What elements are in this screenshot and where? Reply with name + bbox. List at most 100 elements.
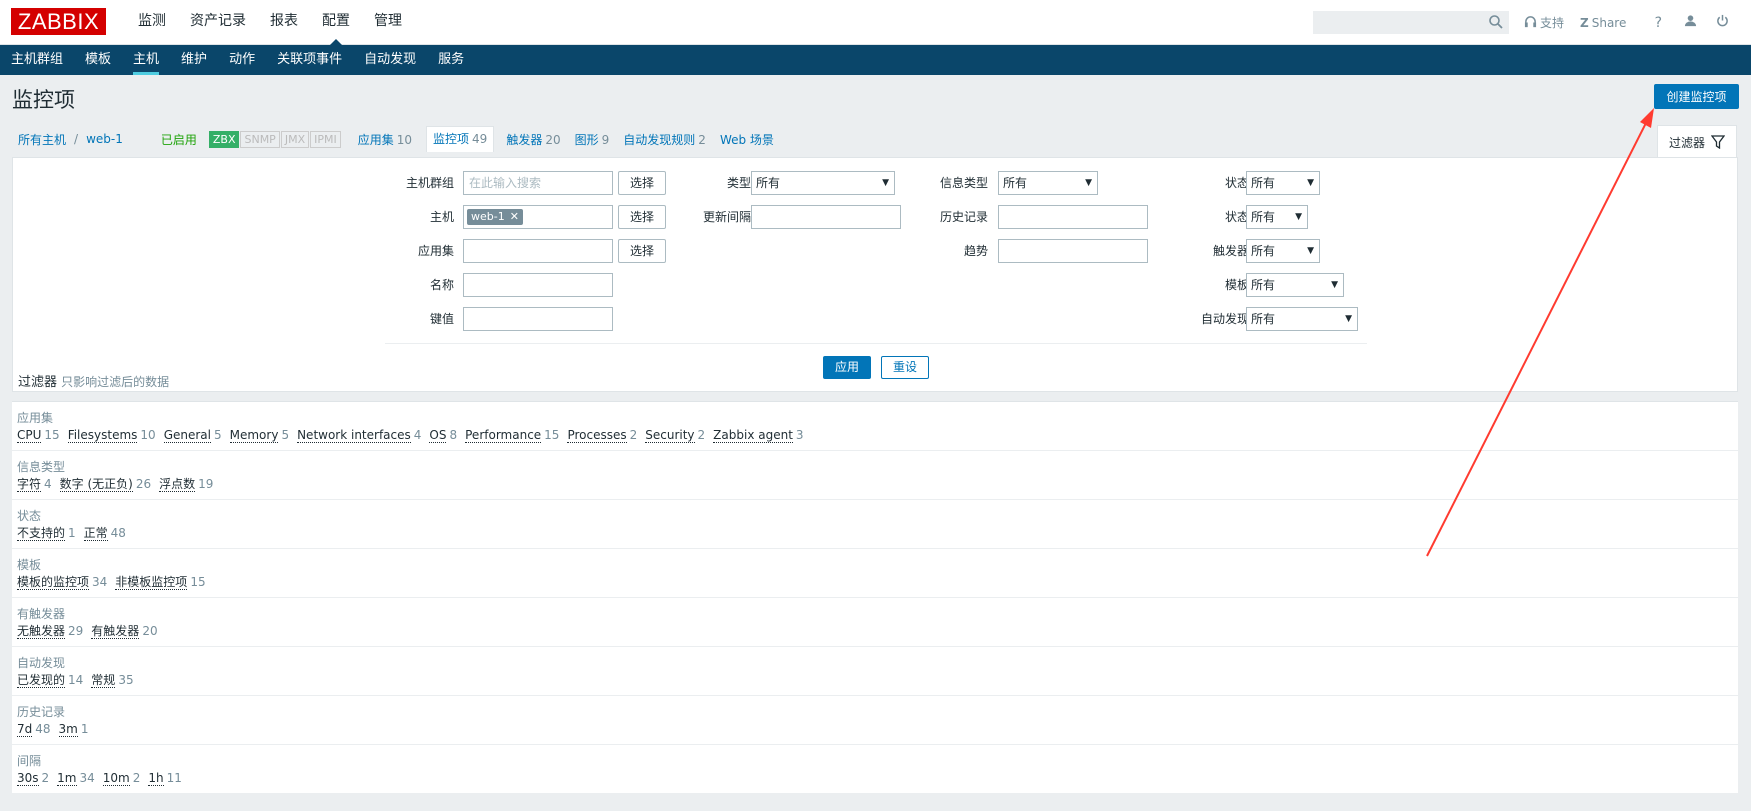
main-menu-inventory[interactable]: 资产记录 [178, 0, 258, 45]
host-select-button[interactable]: 选择 [618, 205, 666, 229]
host-status-enabled[interactable]: 已启用 [161, 131, 197, 148]
status-select[interactable]: 所有 ▼ [1246, 205, 1308, 229]
subfilter-item-name[interactable]: Filesystems [67, 428, 138, 443]
subfilter-item[interactable]: Zabbix agent 3 [713, 426, 804, 444]
subfilter-item[interactable]: 30s 2 [17, 769, 49, 787]
subfilter-item-name[interactable]: General [163, 428, 211, 443]
main-menu-reports[interactable]: 报表 [258, 0, 310, 45]
subfilter-item-name[interactable]: Zabbix agent [713, 428, 793, 443]
subfilter-item[interactable]: Memory 5 [229, 426, 289, 444]
subfilter-item-name[interactable]: 正常 [83, 526, 108, 541]
subfilter-item-name[interactable]: CPU [17, 428, 42, 443]
subfilter-item-name[interactable]: 30s [17, 771, 39, 786]
triggers-select[interactable]: 所有 ▼ [1246, 239, 1320, 263]
host-tag[interactable]: web-1 ✕ [467, 209, 523, 225]
host-groups-input[interactable]: 在此输入搜索 [463, 171, 613, 195]
type-select[interactable]: 所有 ▼ [751, 171, 895, 195]
sub-menu-host-groups[interactable]: 主机群组 [0, 45, 74, 75]
host-input[interactable]: web-1 ✕ [463, 205, 613, 229]
template-select[interactable]: 所有 ▼ [1246, 273, 1344, 297]
sub-menu-discovery[interactable]: 自动发现 [353, 45, 427, 75]
global-search-input[interactable] [1313, 11, 1509, 34]
reset-button[interactable]: 重设 [881, 356, 929, 379]
subfilter-item[interactable]: 浮点数 19 [159, 475, 213, 493]
subfilter-item[interactable]: 3m 1 [58, 720, 89, 738]
tab-triggers[interactable]: 触发器 20 [506, 131, 560, 148]
subfilter-item[interactable]: 已发现的 14 [17, 671, 83, 689]
subfilter-item-name[interactable]: 3m [58, 722, 78, 737]
subfilter-item[interactable]: Processes 2 [567, 426, 637, 444]
subfilter-item-name[interactable]: 1m [57, 771, 77, 786]
key-input[interactable] [463, 307, 613, 331]
support-link[interactable]: 支持 [1524, 14, 1564, 31]
subfilter-item[interactable]: Security 2 [645, 426, 705, 444]
sub-menu-correlation[interactable]: 关联项事件 [266, 45, 353, 75]
filter-toggle[interactable]: 过滤器 [1657, 125, 1737, 158]
main-menu-administration[interactable]: 管理 [362, 0, 414, 45]
subfilter-item-name[interactable]: 无触发器 [17, 624, 66, 639]
sub-menu-actions[interactable]: 动作 [218, 45, 266, 75]
subfilter-item-name[interactable]: Performance [465, 428, 542, 443]
subfilter-item-name[interactable]: 已发现的 [17, 673, 66, 688]
subfilter-item[interactable]: 7d 48 [17, 720, 51, 738]
user-icon[interactable] [1674, 14, 1706, 31]
subfilter-item[interactable]: 数字 (无正负) 26 [59, 475, 151, 493]
subfilter-item[interactable]: 1m 34 [57, 769, 95, 787]
subfilter-item[interactable]: Performance 15 [465, 426, 559, 444]
power-icon[interactable] [1706, 14, 1738, 31]
subfilter-item-name[interactable]: 模板的监控项 [17, 575, 90, 590]
tab-items[interactable]: 监控项 49 [426, 126, 495, 152]
subfilter-item-name[interactable]: 7d [17, 722, 33, 737]
tab-web-scenarios[interactable]: Web 场景 [720, 131, 774, 148]
subfilter-item-name[interactable]: 浮点数 [159, 477, 196, 492]
host-groups-select-button[interactable]: 选择 [618, 171, 666, 195]
history-input[interactable] [998, 205, 1148, 229]
main-menu-configuration[interactable]: 配置 [310, 0, 362, 46]
subfilter-item-name[interactable]: 非模板监控项 [115, 575, 188, 590]
subfilter-item[interactable]: General 5 [163, 426, 222, 444]
breadcrumb-all-hosts[interactable]: 所有主机 [18, 131, 66, 148]
main-menu-monitoring[interactable]: 监测 [126, 0, 178, 45]
breadcrumb-host[interactable]: web-1 [86, 132, 123, 146]
applications-input[interactable] [463, 239, 613, 263]
discovery-select[interactable]: 所有 ▼ [1246, 307, 1358, 331]
subfilter-item-name[interactable]: Memory [229, 428, 279, 443]
share-link[interactable]: Z Share [1580, 16, 1626, 30]
subfilter-item-name[interactable]: OS [429, 428, 447, 443]
subfilter-item-name[interactable]: 有触发器 [91, 624, 140, 639]
tab-graphs[interactable]: 图形 9 [575, 131, 610, 148]
subfilter-item[interactable]: 常规 35 [91, 671, 134, 689]
sub-menu-templates[interactable]: 模板 [74, 45, 122, 75]
subfilter-item[interactable]: 正常 48 [83, 524, 126, 542]
subfilter-item-name[interactable]: 10m [102, 771, 130, 786]
subfilter-item[interactable]: 无触发器 29 [17, 622, 83, 640]
subfilter-item[interactable]: 1h 11 [148, 769, 182, 787]
subfilter-item-name[interactable]: Network interfaces [297, 428, 411, 443]
apply-button[interactable]: 应用 [823, 356, 871, 379]
subfilter-item[interactable]: OS 8 [429, 426, 457, 444]
sub-menu-maintenance[interactable]: 维护 [170, 45, 218, 75]
info-type-select[interactable]: 所有 ▼ [998, 171, 1098, 195]
tab-discovery-rules[interactable]: 自动发现规则 2 [623, 131, 706, 148]
subfilter-item[interactable]: 非模板监控项 15 [115, 573, 206, 591]
create-item-button[interactable]: 创建监控项 [1654, 84, 1739, 109]
subfilter-item[interactable]: 模板的监控项 34 [17, 573, 107, 591]
subfilter-item[interactable]: 有触发器 20 [91, 622, 158, 640]
subfilter-item[interactable]: CPU 15 [17, 426, 60, 444]
subfilter-item-name[interactable]: 数字 (无正负) [59, 477, 133, 492]
update-interval-input[interactable] [751, 205, 901, 229]
zabbix-logo[interactable]: ZABBIX [11, 8, 106, 35]
help-icon[interactable]: ? [1642, 15, 1674, 31]
trends-input[interactable] [998, 239, 1148, 263]
applications-select-button[interactable]: 选择 [618, 239, 666, 263]
subfilter-item-name[interactable]: 常规 [91, 673, 116, 688]
name-input[interactable] [463, 273, 613, 297]
subfilter-item[interactable]: 字符 4 [17, 475, 52, 493]
search-icon[interactable] [1488, 14, 1504, 30]
sub-menu-hosts[interactable]: 主机 [122, 45, 170, 75]
subfilter-item[interactable]: Filesystems 10 [67, 426, 156, 444]
subfilter-item-name[interactable]: 不支持的 [17, 526, 66, 541]
state-select[interactable]: 所有 ▼ [1246, 171, 1320, 195]
subfilter-item-name[interactable]: Processes [567, 428, 627, 443]
subfilter-item-name[interactable]: Security [645, 428, 695, 443]
